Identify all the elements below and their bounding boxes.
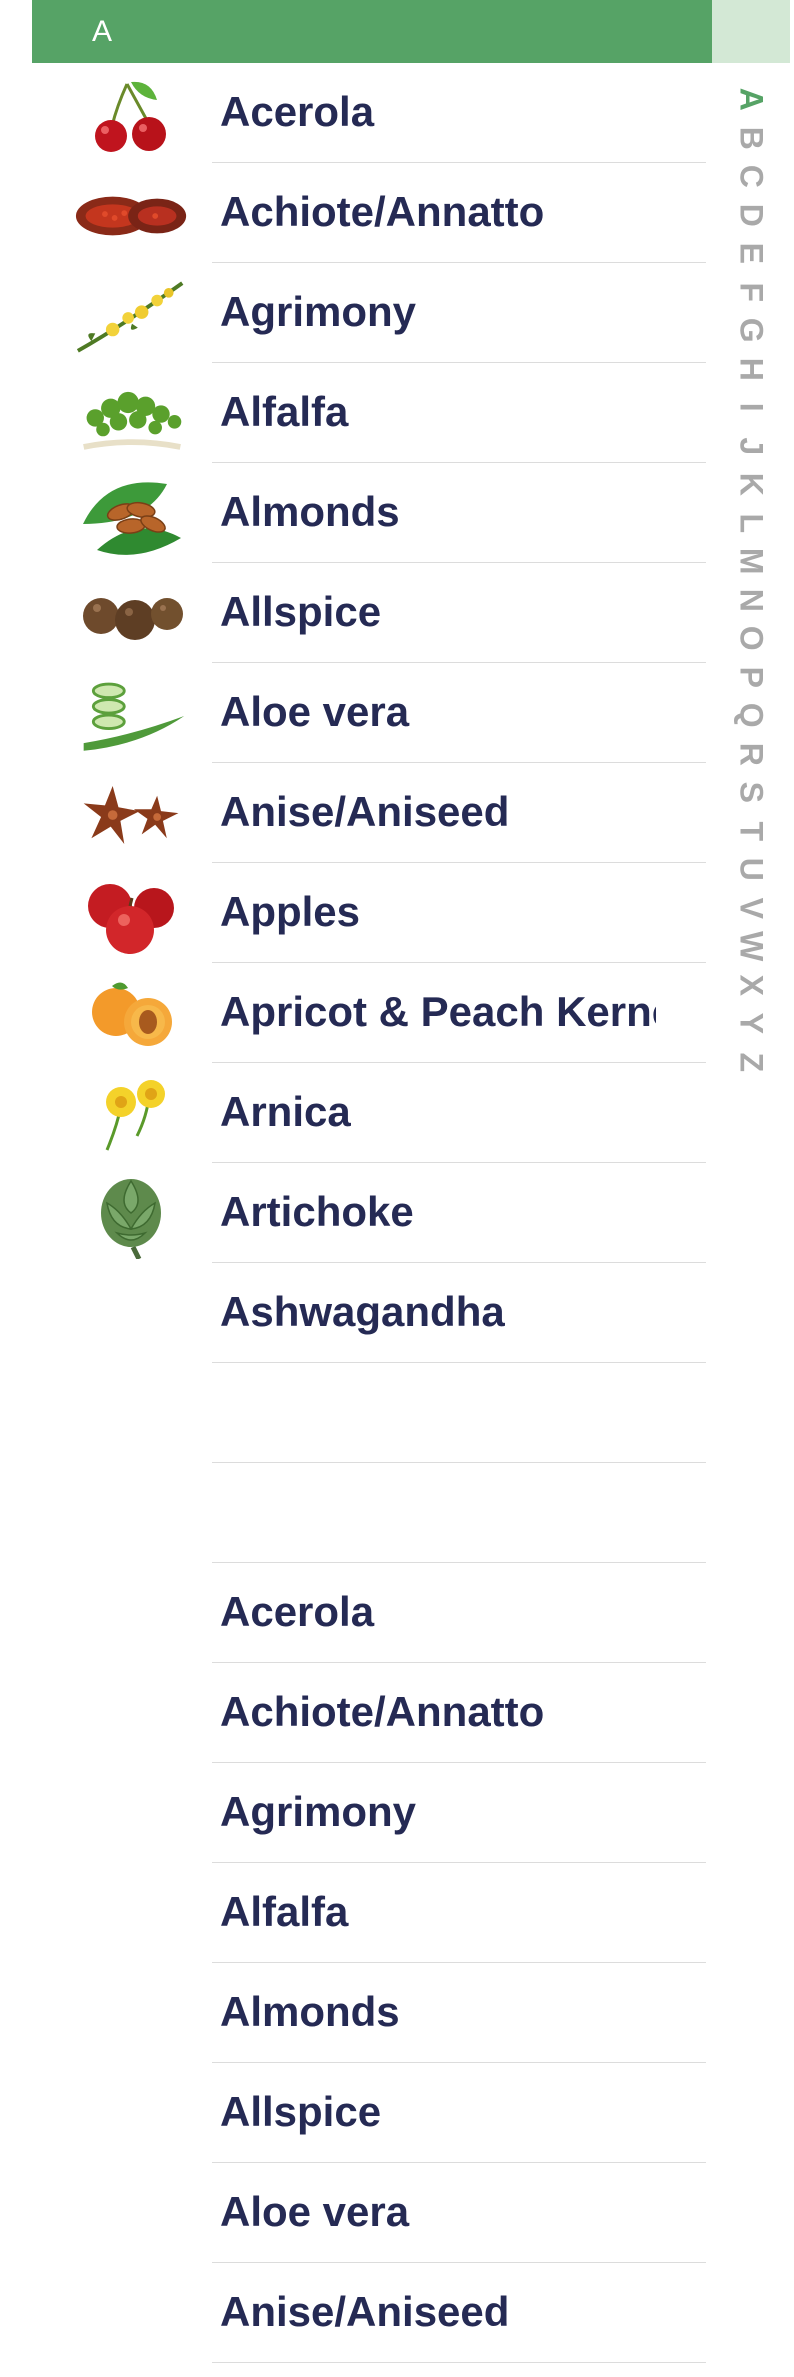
list-item-thumbnail (74, 1681, 190, 1751)
list-item-thumbnail (74, 1781, 190, 1851)
list-item-label: Achiote/Annatto (220, 188, 545, 235)
list-item-thumbnail (74, 2281, 190, 2351)
list-item-label: Artichoke (220, 1188, 414, 1235)
apples-icon (74, 881, 190, 954)
list-item[interactable]: Almonds (0, 463, 712, 563)
list-item-thumbnail (74, 1481, 190, 1551)
allspice-berries-icon (74, 581, 190, 651)
arnica-flower-icon (74, 1080, 190, 1151)
list-item[interactable]: Acerola (0, 63, 712, 163)
annatto-pod-icon (74, 181, 190, 251)
list-item[interactable]: Alfalfa (0, 363, 712, 463)
apricot-icon (74, 981, 190, 1051)
list-item-label: Apricot & Peach Kernel (220, 988, 656, 1035)
list-item-thumbnail (74, 1981, 190, 2051)
list-item-label: Acerola (220, 88, 375, 135)
list-item[interactable]: Arnica (0, 1063, 712, 1163)
list-item-label: Allspice (220, 588, 382, 635)
list-item-label: Aloe vera (220, 688, 410, 735)
list-item-label: Acerola (220, 1588, 375, 1635)
list-item-label: Anise/Aniseed (220, 788, 510, 835)
list-item-thumbnail (74, 1581, 190, 1651)
list-item[interactable]: Anise/Aniseed (0, 763, 712, 863)
list-item[interactable]: Achiote/Annatto (0, 163, 712, 263)
list-item-label: Anise/Aniseed (220, 2288, 510, 2335)
list-item-label: Aloe vera (220, 2188, 410, 2235)
list-item[interactable] (0, 1463, 712, 1563)
list-item-label: Alfalfa (220, 388, 349, 435)
list-item-label: Almonds (220, 488, 400, 535)
list-item-thumbnail (74, 1281, 190, 1351)
artichoke-icon (74, 1179, 190, 1259)
list-item-label: Achiote/Annatto (220, 1688, 545, 1735)
list-item-label: Apples (220, 888, 361, 935)
divider (212, 2362, 706, 2363)
list-item-thumbnail (74, 1381, 190, 1451)
list-item[interactable] (0, 1363, 712, 1463)
cherry-icon (74, 81, 190, 152)
alphabet-index[interactable]: ABCDEFGHIJKLMNOPQRSTUVWXYZ (726, 80, 776, 1081)
list-item-label: Agrimony (220, 1788, 417, 1835)
index-letter-z[interactable]: Z (732, 1037, 771, 1087)
list-item-thumbnail (74, 1881, 190, 1951)
section-header: A (32, 0, 712, 63)
list-item[interactable]: Alfalfa (0, 1863, 712, 1963)
list-item-label: Agrimony (220, 288, 417, 335)
list-item-label: Alfalfa (220, 1888, 349, 1935)
list-item-thumbnail (74, 2081, 190, 2151)
list-item[interactable]: Achiote/Annatto (0, 1663, 712, 1763)
list-item-label: Ashwagandha (220, 1288, 505, 1335)
list-item[interactable]: Aloe vera (0, 2163, 712, 2263)
list-item-label: Arnica (220, 1088, 351, 1135)
agrimony-flower-icon (74, 281, 190, 353)
list-item[interactable]: Almonds (0, 1963, 712, 2063)
list-item[interactable]: Ashwagandha (0, 1263, 712, 1363)
list-item[interactable]: Allspice (0, 563, 712, 663)
list-item-label: Almonds (220, 1988, 400, 2035)
list-item[interactable]: Apples (0, 863, 712, 963)
alfalfa-sprouts-icon (74, 381, 190, 451)
list-item[interactable]: Aloe vera (0, 663, 712, 763)
star-anise-icon (74, 781, 190, 851)
list-item[interactable]: Agrimony (0, 1763, 712, 1863)
list-item[interactable]: Artichoke (0, 1163, 712, 1263)
index-header-tab (712, 0, 790, 63)
list-item[interactable]: Acerola (0, 1563, 712, 1663)
list-item[interactable]: Apricot & Peach Kernel (0, 963, 712, 1063)
list-item[interactable]: Allspice (0, 2063, 712, 2163)
list-item[interactable]: Agrimony (0, 263, 712, 363)
list-item[interactable]: Anise/Aniseed (0, 2263, 712, 2363)
almonds-icon (74, 481, 190, 555)
section-header-letter: A (92, 15, 113, 48)
list-item-thumbnail (74, 2181, 190, 2251)
list-item-label: Allspice (220, 2088, 382, 2135)
aloe-vera-icon (74, 681, 190, 751)
